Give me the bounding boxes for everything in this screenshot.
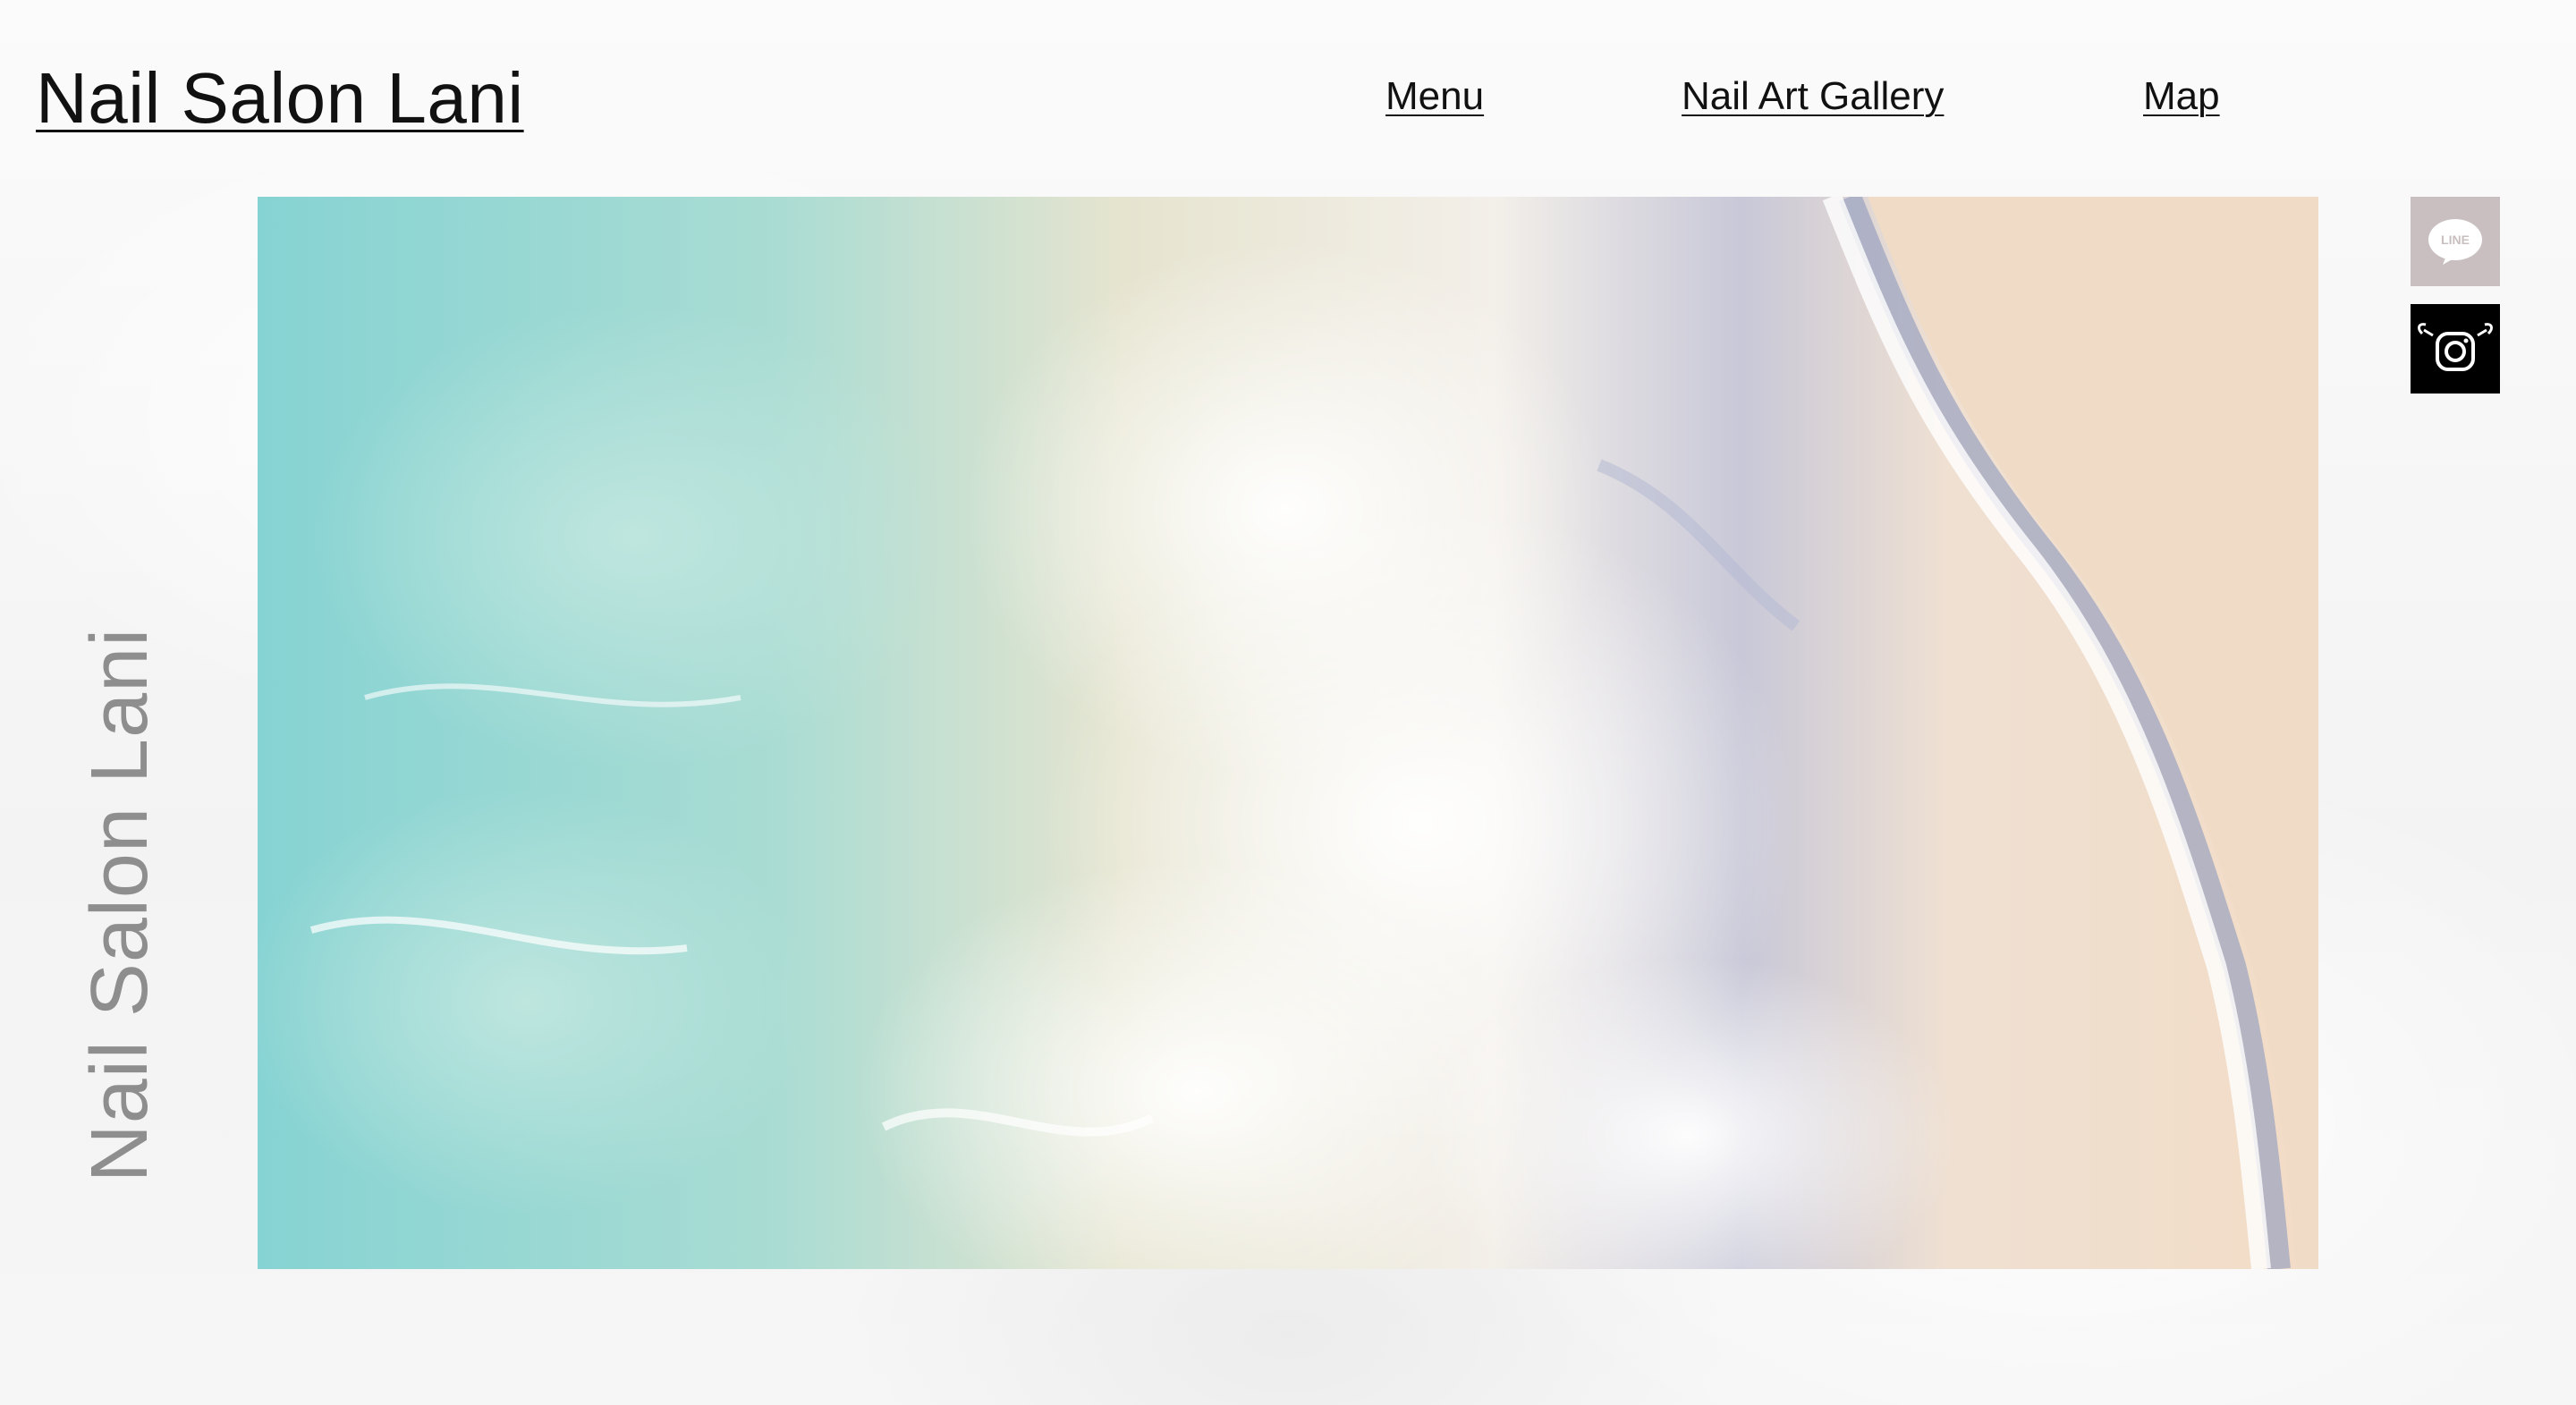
nav-link-menu[interactable]: Menu bbox=[1385, 72, 1484, 122]
hero-image bbox=[258, 197, 2318, 1269]
instagram-link[interactable] bbox=[2411, 304, 2500, 394]
nav-link-nail-art-gallery[interactable]: Nail Art Gallery bbox=[1682, 72, 1944, 122]
line-link[interactable]: LINE bbox=[2411, 197, 2500, 286]
beach-waves-photo bbox=[258, 197, 2318, 1269]
site-title-link[interactable]: Nail Salon Lani bbox=[36, 55, 524, 141]
svg-text:LINE: LINE bbox=[2441, 233, 2470, 247]
vertical-site-title: Nail Salon Lani bbox=[75, 627, 165, 1183]
line-icon: LINE bbox=[2428, 219, 2482, 265]
instagram-icon bbox=[2418, 323, 2493, 371]
nav-link-map[interactable]: Map bbox=[2143, 72, 2220, 122]
